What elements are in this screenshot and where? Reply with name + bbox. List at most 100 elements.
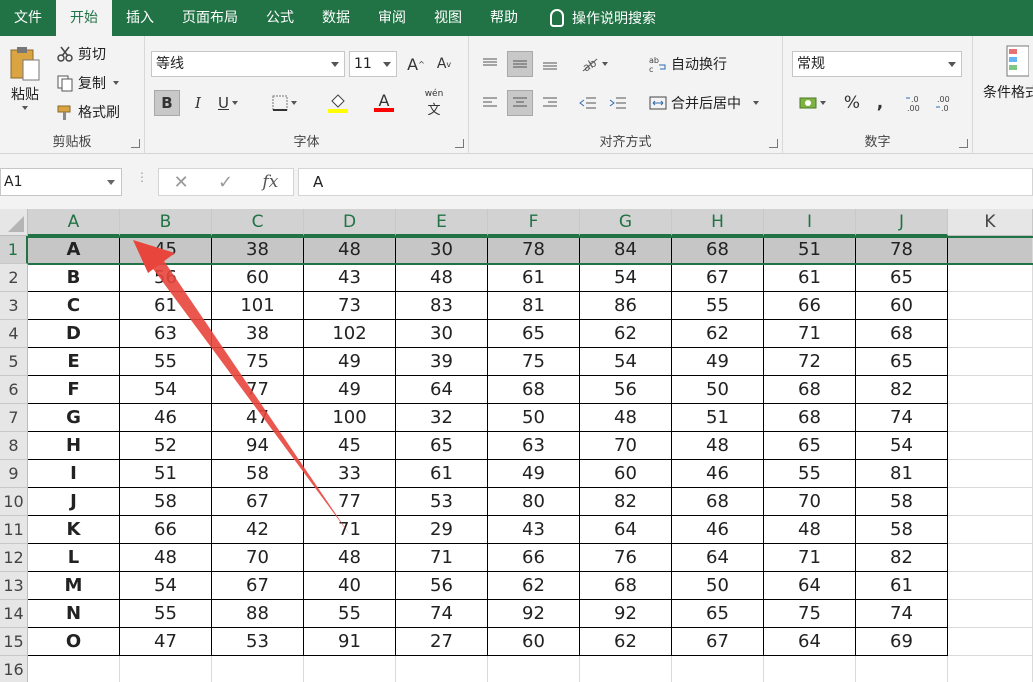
cell[interactable]: 51 [672,404,764,432]
middle-align-button[interactable] [507,51,533,77]
cell[interactable] [948,572,1033,600]
cell[interactable]: 51 [764,236,856,264]
row-header[interactable]: 15 [0,628,28,656]
cell[interactable]: 102 [304,320,396,348]
cell[interactable] [580,656,672,682]
bottom-align-button[interactable] [537,51,563,77]
bold-button[interactable]: B [154,90,180,116]
cell[interactable]: 64 [580,516,672,544]
cell[interactable]: 46 [672,460,764,488]
cell[interactable]: 92 [488,600,580,628]
cell[interactable]: 68 [580,572,672,600]
cell[interactable]: A [28,236,120,264]
cell[interactable] [488,656,580,682]
cell[interactable]: 40 [304,572,396,600]
phonetic-button[interactable]: wén 文 [417,89,451,118]
cell[interactable]: 58 [120,488,212,516]
cell[interactable] [948,628,1033,656]
cell[interactable]: 58 [856,516,948,544]
cell[interactable]: 46 [120,404,212,432]
alignment-dialog-launcher-icon[interactable] [769,139,778,148]
cell[interactable]: 54 [580,348,672,376]
cell[interactable] [948,544,1033,572]
cell[interactable]: 60 [856,292,948,320]
enter-icon[interactable]: ✓ [218,172,233,193]
cell[interactable] [948,236,1033,264]
cell[interactable]: 61 [488,264,580,292]
tab-page-layout[interactable]: 页面布局 [168,0,252,36]
cell[interactable]: 50 [672,376,764,404]
cell[interactable]: 75 [488,348,580,376]
cell[interactable] [948,264,1033,292]
cell[interactable]: 55 [304,600,396,628]
insert-function-icon[interactable]: fx [262,172,278,192]
cell[interactable]: 56 [396,572,488,600]
cell[interactable]: 58 [212,460,304,488]
cell[interactable]: 50 [488,404,580,432]
cell[interactable]: E [28,348,120,376]
cell[interactable]: 83 [396,292,488,320]
cell[interactable]: 86 [580,292,672,320]
cell[interactable]: F [28,376,120,404]
cell[interactable]: 62 [672,320,764,348]
cell[interactable]: 49 [304,376,396,404]
row-header[interactable]: 5 [0,348,28,376]
font-name-combo[interactable]: 等线 [151,51,345,77]
tell-me-search[interactable]: 操作说明搜索 [532,8,656,28]
cell[interactable]: M [28,572,120,600]
cell[interactable]: 55 [764,460,856,488]
cell[interactable]: 76 [580,544,672,572]
cell[interactable]: 43 [304,264,396,292]
cell[interactable]: 71 [304,516,396,544]
cell[interactable]: 94 [212,432,304,460]
conditional-formatting-button[interactable]: 条件格式 [983,44,1033,102]
cell[interactable]: 53 [396,488,488,516]
cell[interactable]: 71 [764,320,856,348]
cell[interactable]: 54 [120,572,212,600]
orientation-button[interactable]: ab [575,51,613,77]
cell[interactable]: 49 [304,348,396,376]
cell[interactable]: 64 [672,544,764,572]
underline-button[interactable]: U [215,90,241,116]
cell[interactable]: 54 [120,376,212,404]
paste-button[interactable]: 粘贴 [8,44,42,110]
column-header-f[interactable]: F [488,209,580,236]
align-right-button[interactable] [537,90,563,116]
cell[interactable] [948,292,1033,320]
cell[interactable] [856,656,948,682]
cell[interactable]: 32 [396,404,488,432]
cell[interactable]: 77 [212,376,304,404]
cell[interactable] [948,376,1033,404]
column-header-e[interactable]: E [396,209,488,236]
cell[interactable]: 30 [396,236,488,264]
cell[interactable]: 38 [212,236,304,264]
cell[interactable]: O [28,628,120,656]
cell[interactable]: 92 [580,600,672,628]
cell[interactable]: 48 [764,516,856,544]
row-header[interactable]: 1 [0,236,28,264]
cell[interactable]: 48 [304,236,396,264]
cancel-icon[interactable]: ✕ [174,172,189,193]
cell[interactable]: 78 [488,236,580,264]
cell[interactable]: D [28,320,120,348]
cell[interactable]: 73 [304,292,396,320]
cell[interactable]: 63 [488,432,580,460]
cell[interactable] [396,656,488,682]
tab-review[interactable]: 审阅 [364,0,420,36]
cell[interactable]: 70 [764,488,856,516]
cell[interactable]: 60 [580,460,672,488]
row-header[interactable]: 8 [0,432,28,460]
number-dialog-launcher-icon[interactable] [959,139,968,148]
cell[interactable]: 61 [120,292,212,320]
cell[interactable] [948,348,1033,376]
cell[interactable]: C [28,292,120,320]
cell[interactable]: N [28,600,120,628]
fill-color-button[interactable] [319,90,357,116]
copy-button[interactable]: 复制 [56,73,119,93]
cell[interactable]: 64 [396,376,488,404]
cell[interactable]: 68 [672,488,764,516]
cell[interactable]: 67 [212,572,304,600]
wrap-text-button[interactable]: ab c 自动换行 [649,54,727,74]
format-painter-button[interactable]: 格式刷 [56,102,120,122]
cell[interactable]: 75 [764,600,856,628]
